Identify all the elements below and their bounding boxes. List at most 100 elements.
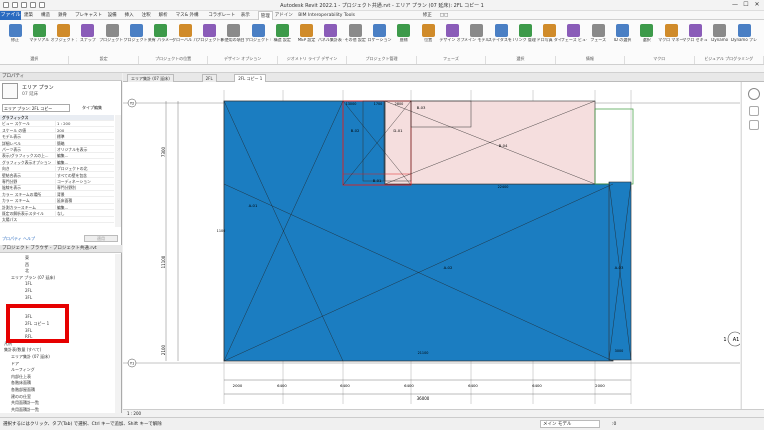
browser-scrollbar[interactable] [115, 254, 121, 413]
file-tab[interactable]: ファイル [0, 11, 21, 20]
ribbon-tab-13[interactable]: BIM Interoperability Tools [298, 11, 355, 20]
property-row[interactable]: グラフィック表示オプション 編集... [0, 159, 114, 166]
property-value[interactable]: 簡略 [55, 140, 113, 147]
ribbon-button-21[interactable]: リンク 管理 [512, 22, 538, 54]
ribbon-button-27[interactable]: マクロ マネージャー [658, 22, 684, 54]
property-value[interactable]: 背景 [55, 191, 113, 198]
ribbon-button-17[interactable]: 位置 [415, 22, 441, 54]
property-row[interactable]: 向き プロジェクトの北 [0, 166, 114, 172]
property-value[interactable]: オリジナルを表示 [55, 147, 113, 153]
ribbon-tab-12[interactable]: アドイン [275, 11, 293, 20]
ribbon-tab-6[interactable]: 注釈 [142, 11, 151, 20]
property-row[interactable]: スケール の値 200 [0, 127, 114, 134]
ribbon-button-11[interactable]: 構造 設定 [269, 22, 295, 54]
ribbon-tab-11[interactable]: 管理 [257, 11, 273, 20]
property-row[interactable]: 壁結合表示 すべての壁を包含 [0, 172, 114, 179]
property-row[interactable]: 計測カラースキーム 編集... [0, 204, 114, 211]
ribbon-button-20[interactable]: ステイタスを 取得 [488, 22, 514, 54]
properties-scrollbar[interactable] [115, 115, 121, 227]
property-value[interactable]: 200 [55, 127, 113, 134]
property-row[interactable]: 陰線を表示 専門分野別 [0, 185, 114, 191]
ribbon-button-30[interactable]: Dynamo プレイヤー [731, 22, 757, 54]
ribbon-button-2[interactable]: オブジェクト スタイル [51, 22, 77, 54]
ribbon-button-16[interactable]: 座標 [391, 22, 417, 54]
property-row[interactable]: カラー スキームの場所 背景 [0, 191, 114, 198]
ribbon-button-1[interactable]: マテリアル [26, 22, 52, 54]
property-row[interactable]: 既定の解析表示スタイル なし [0, 211, 114, 217]
ribbon-button-15[interactable]: ロケーション [367, 22, 393, 54]
property-value[interactable]: すべての壁を包含 [55, 172, 113, 179]
steering-wheel-icon[interactable] [749, 106, 759, 116]
property-row[interactable]: ビュー スケール 1 : 200 [0, 121, 114, 127]
ribbon-button-13[interactable]: パネル集計表 テンプレート [318, 22, 344, 54]
property-row[interactable]: 詳細レベル 簡略 [0, 140, 114, 147]
ribbon-tab-2[interactable]: 鉄骨 [58, 11, 67, 20]
minimize-button[interactable]: — [730, 1, 740, 9]
property-row[interactable]: 表示/グラフィックスの上... 編集... [0, 153, 114, 159]
ribbon-button-0[interactable]: 修正 [2, 22, 28, 54]
ribbon-tab-7[interactable]: 解析 [159, 11, 168, 20]
ribbon-button-29[interactable]: Dynamo [707, 22, 733, 54]
property-value[interactable]: プロジェクトの北 [55, 166, 113, 172]
ribbon-tab-4[interactable]: 設備 [108, 11, 117, 20]
browser-item[interactable]: エリア プラン (07 延床) [11, 274, 55, 281]
close-button[interactable]: ✕ [752, 1, 762, 9]
ribbon-button-18[interactable]: デザイン オプション [439, 22, 465, 54]
ribbon-tab-14[interactable]: 修正 [423, 11, 432, 20]
ribbon-tab-0[interactable]: 建築 [24, 11, 33, 20]
ribbon-button-22[interactable]: ドロ写真 タイプ [537, 22, 563, 54]
property-value[interactable]: 標準 [55, 134, 113, 140]
apply-button[interactable]: 適用 [84, 235, 118, 242]
maximize-button[interactable]: ☐ [741, 1, 751, 9]
property-value[interactable]: 編集... [55, 159, 113, 166]
properties-help-link[interactable]: プロパティ ヘルプ [2, 236, 35, 242]
zoom-icon[interactable] [749, 120, 759, 130]
ribbon-button-9[interactable]: 未使用の項目 を削除 [221, 22, 247, 54]
property-value[interactable]: 1 : 200 [55, 121, 113, 127]
ribbon-button-3[interactable]: スナップ [75, 22, 101, 54]
property-row[interactable]: モデル表示 標準 [0, 134, 114, 140]
ribbon-button-26[interactable]: 選択 [634, 22, 660, 54]
ribbon-button-8[interactable]: プロジェクト標準を 転送 [196, 22, 222, 54]
ribbon-button-6[interactable]: 共有 パラメータ [148, 22, 174, 54]
ribbon-button-23[interactable]: フェーズ ビュー [561, 22, 587, 54]
edit-type-button[interactable]: タイプ編集 [82, 104, 118, 112]
ribbon-button-12[interactable]: MEP 設定 [294, 22, 320, 54]
ribbon-button-14[interactable]: その他 設定 [342, 22, 368, 54]
document-tab-1[interactable]: 2FL [201, 74, 217, 82]
property-row[interactable]: 太陽パス [0, 217, 114, 223]
document-tab-2[interactable]: 2FL コピー 1 [234, 74, 267, 82]
property-row[interactable]: 専門分野 コーディネーション [0, 179, 114, 185]
ribbon-tab-3[interactable]: プレキャスト [75, 11, 102, 20]
ribbon-tab-8[interactable]: マス& 外構 [176, 11, 199, 20]
ribbon-tab-1[interactable]: 構造 [41, 11, 50, 20]
ribbon-button-19[interactable]: メイン モデル [464, 22, 490, 54]
ribbon-button-7[interactable]: グローバル パラメータ [172, 22, 198, 54]
ribbon-button-24[interactable]: フェーズ [585, 22, 611, 54]
active-model-selector[interactable]: メイン モデル [540, 420, 600, 428]
ribbon-tab-10[interactable]: 表示 [241, 11, 250, 20]
drawing-canvas[interactable]: 2000 6400 6400 6400 6400 6400 2000 36000 7300 … [123, 82, 740, 409]
ribbon-button-28[interactable]: マクロ セキュリティ [682, 22, 708, 54]
browser-item[interactable]: 共用面積計一覧 [11, 406, 39, 413]
ribbon-button-10[interactable]: プロジェクト 単位 [245, 22, 271, 54]
property-row[interactable]: カラー スキーム 延床面積 [0, 198, 114, 204]
instance-selector[interactable]: エリア プラン: 2FL コピー [2, 104, 70, 112]
ribbon-button-4[interactable]: プロジェクト 情報 [99, 22, 125, 54]
property-row[interactable]: グラフィックス [0, 115, 114, 121]
property-value[interactable]: 専門分野別 [55, 185, 113, 191]
ribbon-tab-15[interactable]: □□ [440, 11, 449, 20]
property-value[interactable]: コーディネーション [55, 179, 113, 185]
ribbon-tab-5[interactable]: 挿入 [125, 11, 134, 20]
view-cube-icon[interactable] [748, 88, 760, 100]
property-row[interactable]: パーツ表示 オリジナルを表示 [0, 147, 114, 153]
browser-item[interactable]: 3FL [25, 294, 32, 301]
property-value[interactable]: なし [55, 211, 113, 217]
property-value[interactable]: 延床面積 [55, 198, 113, 204]
property-value[interactable]: 編集... [55, 153, 113, 159]
ribbon-button-5[interactable]: プロジェクト パラメータ [124, 22, 150, 54]
document-tab-0[interactable]: エリア集計 (07 延床) [127, 74, 174, 82]
property-value[interactable]: 編集... [55, 204, 113, 211]
ribbon-button-25[interactable]: ID の選択 [610, 22, 636, 54]
ribbon-tab-9[interactable]: コラボレート [208, 11, 235, 20]
